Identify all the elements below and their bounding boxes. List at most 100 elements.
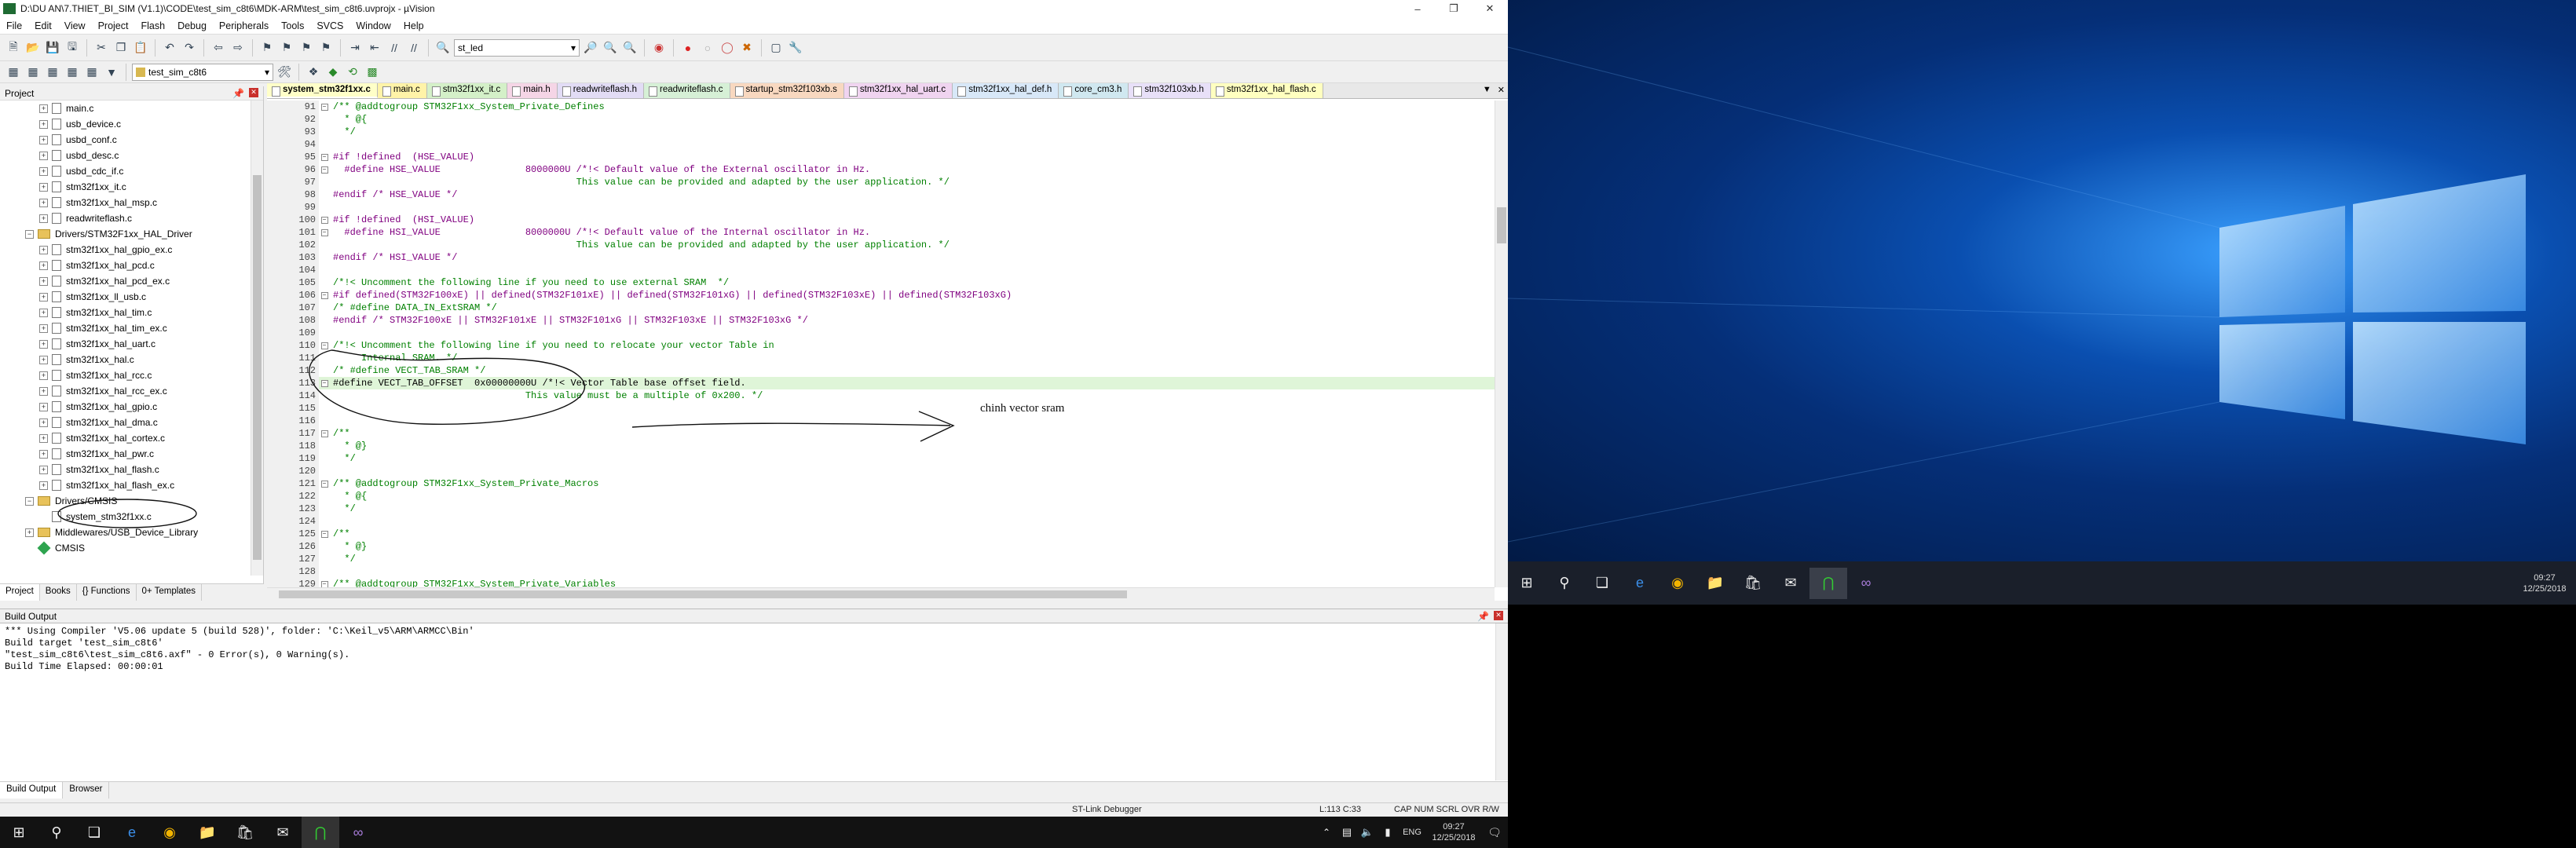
code-line[interactable]: 95− #if !defined (HSE_VALUE) [267, 151, 1495, 163]
tree-item[interactable]: + usb_device.c [0, 116, 251, 132]
notification-icon[interactable]: 🗨 [1481, 817, 1508, 848]
code-line[interactable]: 97 This value can be provided and adapte… [267, 176, 1495, 188]
volume-icon[interactable]: 🔈 [1357, 817, 1378, 848]
translate-icon[interactable]: ▦ [5, 64, 22, 81]
incremental-find-icon[interactable]: 🔍 [602, 39, 619, 57]
code-line[interactable]: 98 #endif /* HSE_VALUE */ [267, 188, 1495, 201]
tree-item[interactable]: − Drivers/CMSIS [0, 493, 251, 509]
configure-icon[interactable]: 🔧 [787, 39, 804, 57]
explorer-icon[interactable]: 📁 [1696, 568, 1734, 599]
clear-bookmarks-icon[interactable]: ⚑ [317, 39, 335, 57]
menu-debug[interactable]: Debug [171, 20, 213, 31]
code-line[interactable]: 117−/** [267, 427, 1495, 440]
editor-close-icon[interactable]: ✕ [1498, 85, 1505, 95]
menu-flash[interactable]: Flash [134, 20, 171, 31]
tree-item[interactable]: + stm32f1xx_hal_uart.c [0, 336, 251, 352]
find-in-files-icon[interactable]: 🔎 [582, 39, 599, 57]
editor-tab[interactable]: stm32f1xx_hal_flash.c [1210, 83, 1323, 98]
code-line[interactable]: 128 [267, 565, 1495, 578]
fold-gutter[interactable]: − [319, 163, 330, 176]
start-icon[interactable]: ⊞ [0, 817, 38, 848]
find-target-icon[interactable]: 🔍 [434, 39, 452, 57]
code-line[interactable]: 99 [267, 201, 1495, 214]
tab-project[interactable]: Project [0, 584, 40, 601]
editor-tab[interactable]: core_cm3.h [1059, 83, 1129, 98]
keil-icon[interactable]: ⋂ [302, 817, 339, 848]
code-line[interactable]: 96− #define HSE_VALUE 8000000U /*!< Defa… [267, 163, 1495, 176]
expand-toggle-icon[interactable]: + [39, 135, 48, 144]
tree-item[interactable]: + stm32f1xx_hal_flash.c [0, 462, 251, 477]
editor-tab[interactable]: stm32f1xx_hal_uart.c [843, 83, 953, 98]
fold-gutter[interactable]: − [319, 101, 330, 113]
maximize-button[interactable]: ❐ [1436, 0, 1472, 17]
tree-item[interactable]: CMSIS [0, 540, 251, 556]
target-options-icon[interactable]: 🛠 [276, 64, 293, 81]
find-icon[interactable]: 🔍 [621, 39, 639, 57]
target-combo[interactable]: test_sim_c8t6 ▾ [132, 63, 273, 81]
code-line[interactable]: 120 [267, 465, 1495, 477]
collapse-icon[interactable]: − [320, 429, 328, 437]
tree-item[interactable]: + stm32f1xx_hal_msp.c [0, 195, 251, 210]
download-icon[interactable]: ▼ [103, 64, 120, 81]
collapse-icon[interactable]: − [320, 228, 328, 236]
breakpoint-icon[interactable]: ● [679, 39, 697, 57]
collapse-icon[interactable]: − [320, 166, 328, 174]
pin-icon[interactable]: 📌 [1477, 611, 1489, 622]
menu-svcs[interactable]: SVCS [310, 20, 349, 31]
pane-close-icon[interactable]: ✕ [249, 87, 258, 97]
fold-gutter[interactable]: − [319, 289, 330, 302]
task-view-icon[interactable]: ❏ [75, 817, 113, 848]
collapse-icon[interactable]: − [320, 530, 328, 538]
bookmark-icon[interactable]: ⚑ [258, 39, 276, 57]
code-line[interactable]: 102 This value can be provided and adapt… [267, 239, 1495, 251]
code-line[interactable]: 125−/** [267, 528, 1495, 540]
tab-templates[interactable]: 0+ Templates [137, 584, 203, 601]
code-line[interactable]: 111 Internal SRAM. */ [267, 352, 1495, 364]
fold-gutter[interactable]: − [319, 477, 330, 490]
breakpoint-disable-all-icon[interactable]: ◯ [719, 39, 736, 57]
tree-item[interactable]: − Drivers/STM32F1xx_HAL_Driver [0, 226, 251, 242]
scroll-thumb[interactable] [253, 175, 262, 560]
tree-item[interactable]: + stm32f1xx_hal_gpio_ex.c [0, 242, 251, 258]
expand-toggle-icon[interactable]: − [25, 496, 34, 506]
code-line[interactable]: 101− #define HSI_VALUE 8000000U /*!< Def… [267, 226, 1495, 239]
next-bookmark-icon[interactable]: ⚑ [298, 39, 315, 57]
tree-item[interactable]: + stm32f1xx_hal_cortex.c [0, 430, 251, 446]
menu-help[interactable]: Help [397, 20, 430, 31]
search-icon[interactable]: ⚲ [1546, 568, 1583, 599]
select-packs-icon[interactable]: ▩ [364, 64, 381, 81]
tree-item[interactable]: + readwriteflash.c [0, 210, 251, 226]
new-file-icon[interactable]: 🗎 [5, 39, 22, 57]
open-folder-icon[interactable]: 📂 [24, 39, 42, 57]
code-line[interactable]: 91−/** @addtogroup STM32F1xx_System_Priv… [267, 101, 1495, 113]
tree-item[interactable]: + usbd_cdc_if.c [0, 163, 251, 179]
menu-tools[interactable]: Tools [275, 20, 310, 31]
fold-gutter[interactable]: − [319, 528, 330, 540]
menu-edit[interactable]: Edit [28, 20, 58, 31]
tab-books[interactable]: Books [40, 584, 77, 601]
editor-vscrollbar[interactable] [1495, 101, 1508, 587]
editor-tab[interactable]: main.h [507, 83, 558, 98]
code-view[interactable]: 91−/** @addtogroup STM32F1xx_System_Priv… [267, 101, 1495, 587]
code-line[interactable]: 123 */ [267, 503, 1495, 515]
breakpoint-disable-icon[interactable]: ○ [699, 39, 716, 57]
window-layout-icon[interactable]: ▢ [767, 39, 785, 57]
save-icon[interactable]: 💾 [44, 39, 61, 57]
manage-run-time-icon[interactable]: ◆ [324, 64, 342, 81]
editor-tab[interactable]: stm32f103xb.h [1129, 83, 1211, 98]
code-line[interactable]: 122 * @{ [267, 490, 1495, 503]
code-line[interactable]: 105 /*!< Uncomment the following line if … [267, 276, 1495, 289]
expand-toggle-icon[interactable]: + [39, 104, 48, 113]
expand-toggle-icon[interactable]: + [39, 182, 48, 192]
expand-toggle-icon[interactable]: + [39, 245, 48, 254]
code-line[interactable]: 94 [267, 138, 1495, 151]
tree-item[interactable]: + stm32f1xx_it.c [0, 179, 251, 195]
nav-forward-icon[interactable]: ⇨ [229, 39, 247, 57]
store-icon[interactable]: 🛍 [1734, 568, 1772, 599]
explorer-icon[interactable]: 📁 [188, 817, 226, 848]
tree-item[interactable]: + usbd_desc.c [0, 148, 251, 163]
code-line[interactable]: 114 This value must be a multiple of 0x2… [267, 389, 1495, 402]
mail-icon[interactable]: ✉ [1772, 568, 1809, 599]
expand-toggle-icon[interactable]: + [25, 528, 34, 537]
battery-icon[interactable]: ▮ [1378, 817, 1398, 848]
